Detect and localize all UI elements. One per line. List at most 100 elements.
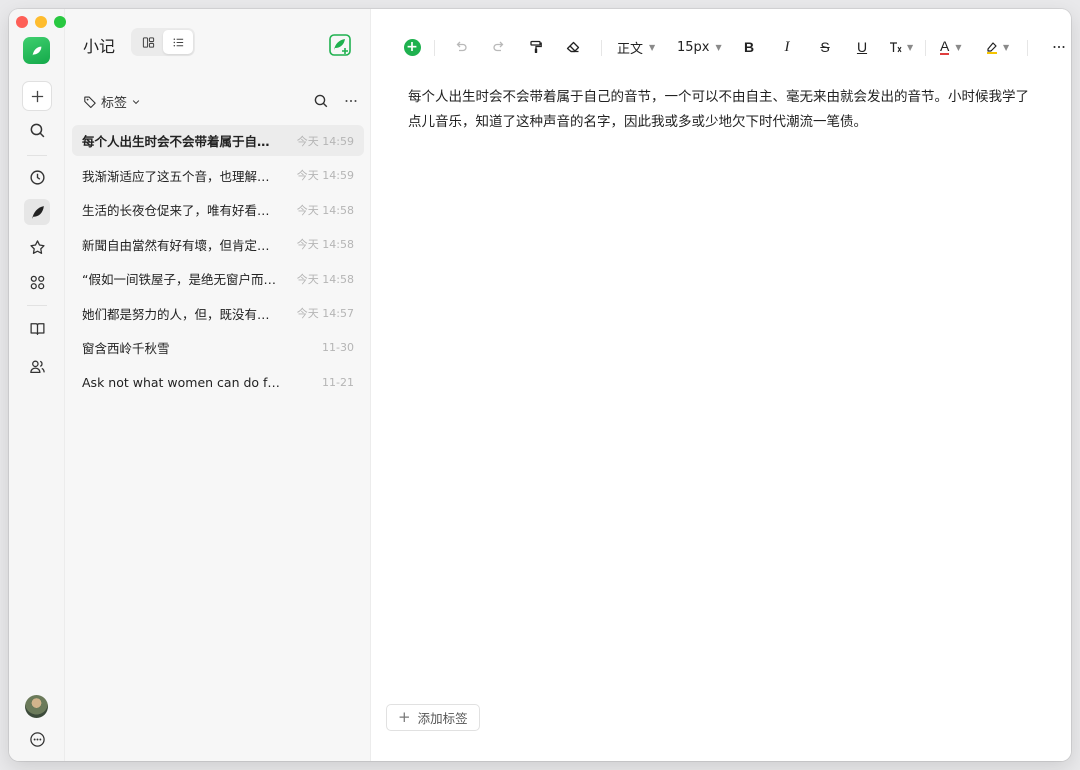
search-icon (30, 123, 44, 137)
add-button[interactable] (22, 81, 52, 111)
avatar[interactable] (25, 695, 48, 718)
caret-down-icon: ▼ (1003, 42, 1010, 52)
compose-icon (329, 34, 351, 56)
note-title: 新聞自由當然有好有壞，但肯定… (82, 237, 270, 253)
toolbar-divider (434, 40, 435, 56)
editor-more-button[interactable] (1049, 36, 1069, 58)
tag-filter-label: 标签 (101, 96, 128, 111)
tag-filter-dropdown[interactable]: 标签 (83, 92, 141, 111)
note-time: 今天 14:58 (296, 238, 354, 251)
shared-button[interactable] (24, 353, 50, 379)
insert-button[interactable]: + (402, 36, 422, 58)
star-icon (29, 239, 45, 254)
card-view-button[interactable] (133, 30, 163, 54)
notes-button[interactable] (24, 199, 50, 225)
add-tag-button[interactable]: + 添加标签 (386, 704, 480, 731)
font-size-value: 15px (677, 39, 710, 55)
clear-format-button[interactable] (563, 36, 583, 58)
text-format-more-button[interactable]: ▼ (888, 36, 913, 58)
note-title: 我渐渐适应了这五个音，也理解… (82, 168, 270, 184)
bold-button[interactable]: B (739, 36, 759, 58)
caret-down-icon: ▼ (715, 42, 722, 52)
undo-icon (456, 41, 467, 52)
font-color-label: A (940, 38, 950, 55)
grid-view-icon (142, 36, 154, 48)
view-mode-toggle (131, 28, 195, 56)
rail-divider (27, 305, 47, 306)
book-icon (29, 322, 45, 335)
note-list-item[interactable]: 窗含西岭千秋雪 11-30 (72, 332, 364, 363)
undo-button[interactable] (451, 36, 471, 58)
list-view-icon (173, 38, 183, 46)
minimize-window-button[interactable] (35, 16, 47, 28)
app-title: 小记 (83, 37, 116, 56)
caret-down-icon: ▼ (907, 42, 914, 52)
more-horizontal-icon (1053, 46, 1065, 48)
superscript-icon (890, 42, 902, 53)
caret-down-icon: ▼ (955, 42, 962, 52)
new-note-button[interactable] (328, 33, 352, 57)
note-title: 每个人出生时会不会带着属于自… (82, 134, 270, 149)
search-icon (314, 94, 328, 108)
caret-down-icon: ▼ (649, 42, 656, 52)
recent-button[interactable] (24, 164, 50, 190)
text-style-value: 正文 (617, 41, 644, 57)
apps-button[interactable] (24, 269, 50, 295)
note-time: 11-30 (322, 341, 354, 354)
redo-icon (493, 41, 504, 52)
note-time: 今天 14:58 (296, 203, 354, 217)
highlighter-icon (987, 42, 997, 54)
eraser-icon (566, 41, 580, 53)
format-painter-icon (530, 40, 542, 53)
window-controls (16, 16, 66, 28)
add-tag-label: 添加标签 (417, 711, 468, 726)
italic-button[interactable]: I (777, 36, 797, 58)
more-horizontal-icon (345, 100, 357, 102)
note-list-panel: 小记 标签 每个人出生时会不会带着属于自… 今天 14:59 我渐渐适应了这五个… (65, 9, 371, 761)
toolbar-divider (601, 40, 602, 56)
text-style-select[interactable]: 正文 ▼ (617, 36, 655, 58)
list-search-button[interactable] (313, 93, 329, 109)
app-window: 小记 标签 每个人出生时会不会带着属于自… 今天 14:59 我渐渐适应了这五个… (9, 9, 1071, 761)
note-time: 今天 14:59 (296, 134, 354, 148)
toolbar-divider (925, 40, 926, 56)
clock-icon (29, 169, 45, 185)
highlight-button[interactable]: ▼ (984, 36, 1009, 58)
note-title: 她们都是努力的人，但，既没有… (82, 306, 270, 322)
note-list-item[interactable]: 每个人出生时会不会带着属于自… 今天 14:59 (72, 125, 364, 156)
note-time: 11-21 (322, 375, 354, 389)
plus-icon: + (403, 38, 421, 56)
zoom-window-button[interactable] (54, 16, 66, 28)
note-list-item[interactable]: 生活的长夜仓促来了，唯有好看… 今天 14:58 (72, 194, 364, 225)
editor-panel: + 正文 ▼ 15px ▼ B I S U ▼ A ▼ ▼ 每个人出生时会不会带… (371, 9, 1071, 761)
note-title: Ask not what women can do for yo… (82, 374, 282, 390)
search-button[interactable] (24, 117, 50, 143)
list-more-button[interactable] (343, 93, 359, 109)
add-icon (31, 90, 43, 102)
list-view-button[interactable] (163, 30, 193, 54)
note-body[interactable]: 每个人出生时会不会带着属于自己的音节，一个可以不由自主、毫无来由就会发出的音节。… (408, 85, 1040, 135)
nav-rail (9, 9, 65, 761)
more-button[interactable] (24, 726, 50, 752)
note-list-item[interactable]: 我渐渐适应了这五个音，也理解… 今天 14:59 (72, 160, 364, 191)
note-time: 今天 14:58 (296, 272, 354, 286)
note-list-item[interactable]: “假如一间铁屋子，是绝无窗户而… 今天 14:58 (72, 263, 364, 294)
redo-button[interactable] (489, 36, 509, 58)
note-list-item[interactable]: Ask not what women can do for yo… 11-21 (72, 367, 364, 398)
note-title: “假如一间铁屋子，是绝无窗户而… (82, 272, 276, 287)
tag-icon (84, 96, 96, 108)
underline-button[interactable]: U (852, 36, 872, 58)
app-logo-icon (23, 37, 50, 64)
format-painter-button[interactable] (526, 36, 546, 58)
font-color-button[interactable]: A ▼ (940, 36, 962, 58)
note-list-item[interactable]: 她们都是努力的人，但，既没有… 今天 14:57 (72, 298, 364, 329)
library-button[interactable] (24, 315, 50, 341)
chevron-down-icon (132, 99, 140, 104)
favorites-button[interactable] (24, 234, 50, 260)
note-title: 生活的长夜仓促来了，唯有好看… (82, 203, 270, 218)
note-title: 窗含西岭千秋雪 (82, 341, 170, 356)
strikethrough-button[interactable]: S (815, 36, 835, 58)
note-list-item[interactable]: 新聞自由當然有好有壞，但肯定… 今天 14:58 (72, 229, 364, 260)
font-size-select[interactable]: 15px ▼ (677, 36, 722, 58)
close-window-button[interactable] (16, 16, 28, 28)
